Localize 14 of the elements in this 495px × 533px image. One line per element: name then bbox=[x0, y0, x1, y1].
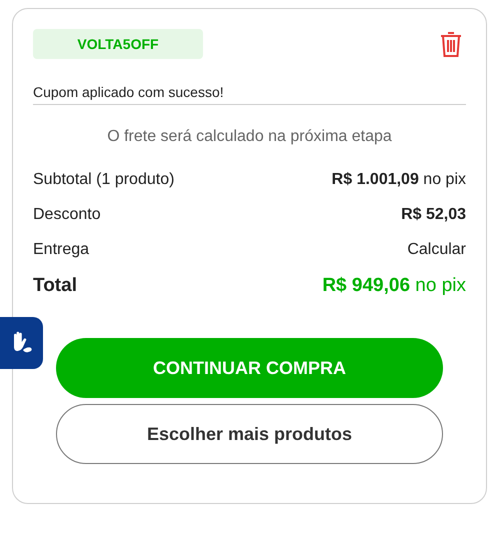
summary-value: R$ 949,06 no pix bbox=[322, 274, 466, 296]
shipping-note: O frete será calculado na próxima etapa bbox=[106, 128, 393, 146]
coupon-code: VOLTA5OFF bbox=[33, 29, 203, 59]
coupon-message: Cupom aplicado com sucesso! bbox=[33, 84, 466, 105]
summary-label: Desconto bbox=[33, 206, 101, 224]
summary-value: R$ 1.001,09 no pix bbox=[332, 170, 466, 188]
summary-label: Subtotal (1 produto) bbox=[33, 170, 174, 188]
more-products-button[interactable]: Escolher mais produtos bbox=[56, 404, 443, 464]
summary-value: R$ 52,03 bbox=[401, 206, 466, 224]
summary-label: Total bbox=[33, 274, 77, 296]
accessibility-button[interactable] bbox=[0, 317, 43, 369]
trash-icon[interactable] bbox=[439, 30, 463, 58]
summary-value[interactable]: Calcular bbox=[407, 240, 466, 258]
summary-label: Entrega bbox=[33, 240, 90, 258]
